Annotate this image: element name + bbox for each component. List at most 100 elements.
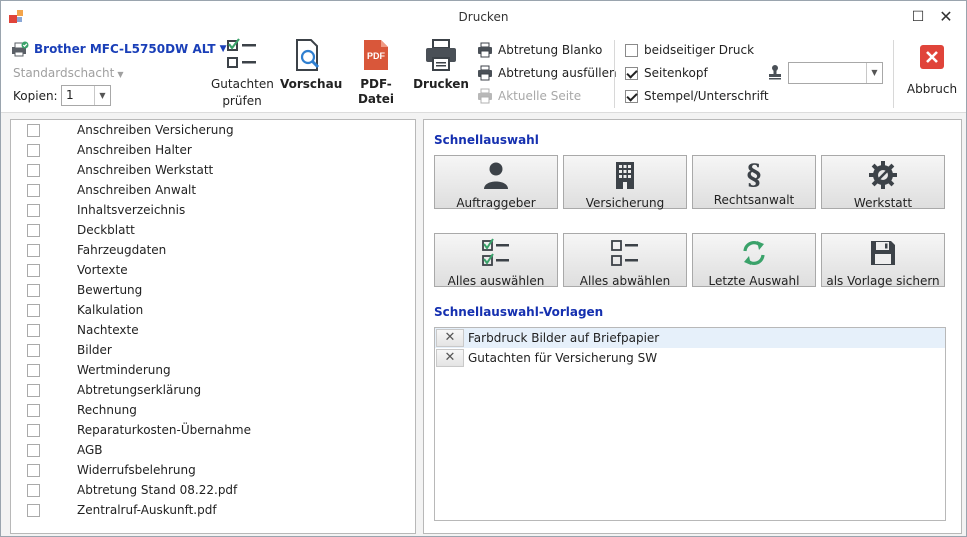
- list-item[interactable]: Anschreiben Halter: [11, 140, 415, 160]
- save-template-button[interactable]: als Vorlage sichern: [821, 233, 945, 288]
- workshop-label: Werkstatt: [853, 196, 913, 210]
- document-checkbox[interactable]: [27, 444, 40, 457]
- check-report-button[interactable]: Gutachten prüfen: [211, 38, 274, 109]
- document-checkbox[interactable]: [27, 184, 40, 197]
- delete-template-button[interactable]: ✕: [436, 329, 464, 347]
- toolbar-divider: [614, 40, 615, 108]
- list-item[interactable]: Anschreiben Versicherung: [11, 120, 415, 140]
- list-item[interactable]: Nachtexte: [11, 320, 415, 340]
- document-label: Kalkulation: [77, 303, 144, 317]
- document-checkbox[interactable]: [27, 304, 40, 317]
- stamp-checkbox[interactable]: Stempel/Unterschrift: [625, 87, 769, 105]
- document-label: Anschreiben Werkstatt: [77, 163, 214, 177]
- document-label: Zentralruf-Auskunft.pdf: [77, 503, 217, 517]
- list-item[interactable]: Abtretungserklärung: [11, 380, 415, 400]
- client-button[interactable]: Auftraggeber: [434, 155, 558, 210]
- last-selection-button[interactable]: Letzte Auswahl: [692, 233, 816, 288]
- document-label: Anschreiben Versicherung: [77, 123, 234, 137]
- check-report-label-2: prüfen: [222, 94, 262, 108]
- document-checkbox[interactable]: [27, 204, 40, 217]
- current-page-label: Aktuelle Seite: [498, 89, 582, 103]
- document-checkbox[interactable]: [27, 264, 40, 277]
- list-item[interactable]: Fahrzeugdaten: [11, 240, 415, 260]
- copies-select[interactable]: 1 ▼: [61, 85, 111, 106]
- paper-tray-selector[interactable]: Standardschacht ▼: [13, 66, 123, 80]
- list-item[interactable]: AGB: [11, 440, 415, 460]
- list-item[interactable]: Anschreiben Werkstatt: [11, 160, 415, 180]
- document-checkbox[interactable]: [27, 244, 40, 257]
- stamp-icon: [769, 65, 781, 80]
- stamp-select[interactable]: ▼: [788, 62, 883, 84]
- list-item[interactable]: Widerrufsbelehrung: [11, 460, 415, 480]
- document-label: Fahrzeugdaten: [77, 243, 167, 257]
- document-checkbox[interactable]: [27, 484, 40, 497]
- checklist-checked-icon: [482, 238, 509, 266]
- chevron-down-icon[interactable]: ▼: [866, 63, 882, 83]
- document-checkbox[interactable]: [27, 384, 40, 397]
- printer-small-icon: [478, 88, 492, 104]
- lawyer-button[interactable]: § Rechtsanwalt: [692, 155, 816, 209]
- document-checkbox[interactable]: [27, 344, 40, 357]
- duplex-checkbox-box[interactable]: [625, 43, 638, 57]
- document-label: Reparaturkosten-Übernahme: [77, 423, 251, 437]
- list-item[interactable]: ✕ Farbdruck Bilder auf Briefpapier: [435, 328, 945, 348]
- list-item[interactable]: Reparaturkosten-Übernahme: [11, 420, 415, 440]
- document-checkbox[interactable]: [27, 424, 40, 437]
- list-item[interactable]: Bilder: [11, 340, 415, 360]
- current-page-button[interactable]: Aktuelle Seite: [477, 87, 581, 105]
- document-checkbox[interactable]: [27, 164, 40, 177]
- printer-selector[interactable]: Brother MFC-L5750DW ALT ▼: [11, 40, 227, 58]
- cancel-label: Abbruch: [906, 82, 958, 96]
- printer-small-icon: [478, 42, 492, 58]
- list-item[interactable]: Inhaltsverzeichnis: [11, 200, 415, 220]
- list-item[interactable]: Wertminderung: [11, 360, 415, 380]
- delete-template-button[interactable]: ✕: [436, 349, 464, 367]
- chevron-down-icon[interactable]: ▼: [94, 86, 110, 105]
- title-bar: Drucken ☐ ✕: [1, 1, 966, 32]
- document-checkbox[interactable]: [27, 224, 40, 237]
- list-item[interactable]: Vortexte: [11, 260, 415, 280]
- last-selection-label: Letzte Auswahl: [708, 274, 800, 288]
- list-item[interactable]: ✕ Gutachten für Versicherung SW: [435, 348, 945, 368]
- print-button[interactable]: Drucken: [413, 38, 469, 92]
- document-checkbox[interactable]: [27, 404, 40, 417]
- assignment-fill-button[interactable]: Abtretung ausfüllen: [477, 64, 617, 82]
- duplex-checkbox[interactable]: beidseitiger Druck: [625, 41, 754, 59]
- list-item[interactable]: Kalkulation: [11, 300, 415, 320]
- document-checkbox[interactable]: [27, 464, 40, 477]
- document-checkbox[interactable]: [27, 124, 40, 137]
- toolbar: Brother MFC-L5750DW ALT ▼ Standardschach…: [1, 32, 966, 113]
- document-checkbox[interactable]: [27, 284, 40, 297]
- document-checkbox[interactable]: [27, 364, 40, 377]
- document-checkbox[interactable]: [27, 324, 40, 337]
- lawyer-label: Rechtsanwalt: [713, 193, 795, 207]
- header-checkbox[interactable]: Seitenkopf: [625, 64, 708, 82]
- deselect-all-label: Alles abwählen: [579, 274, 671, 288]
- building-icon: [616, 162, 634, 189]
- preview-button[interactable]: Vorschau: [280, 38, 342, 92]
- document-checkbox[interactable]: [27, 144, 40, 157]
- maximize-button[interactable]: ☐: [903, 5, 933, 29]
- list-item[interactable]: Anschreiben Anwalt: [11, 180, 415, 200]
- document-checkbox[interactable]: [27, 504, 40, 517]
- list-item[interactable]: Zentralruf-Auskunft.pdf: [11, 500, 415, 520]
- stamp-checkbox-box[interactable]: [625, 89, 638, 103]
- template-name: Gutachten für Versicherung SW: [468, 351, 658, 365]
- cancel-button[interactable]: Abbruch: [903, 38, 961, 97]
- select-all-label: Alles auswählen: [447, 274, 545, 288]
- document-list: Anschreiben Versicherung Anschreiben Halt…: [10, 119, 416, 534]
- list-item[interactable]: Rechnung: [11, 400, 415, 420]
- select-all-button[interactable]: Alles auswählen: [434, 233, 558, 288]
- document-label: Widerrufsbelehrung: [77, 463, 196, 477]
- list-item[interactable]: Deckblatt: [11, 220, 415, 240]
- copies-value: 1: [66, 88, 74, 102]
- close-window-button[interactable]: ✕: [931, 5, 961, 29]
- header-checkbox-box[interactable]: [625, 66, 638, 80]
- deselect-all-button[interactable]: Alles abwählen: [563, 233, 687, 288]
- assignment-blank-button[interactable]: Abtretung Blanko: [477, 41, 602, 59]
- workshop-button[interactable]: Werkstatt: [821, 155, 945, 210]
- list-item[interactable]: Abtretung Stand 08.22.pdf: [11, 480, 415, 500]
- insurance-button[interactable]: Versicherung: [563, 155, 687, 210]
- list-item[interactable]: Bewertung: [11, 280, 415, 300]
- pdf-export-button[interactable]: PDF PDF-Datei: [343, 38, 409, 107]
